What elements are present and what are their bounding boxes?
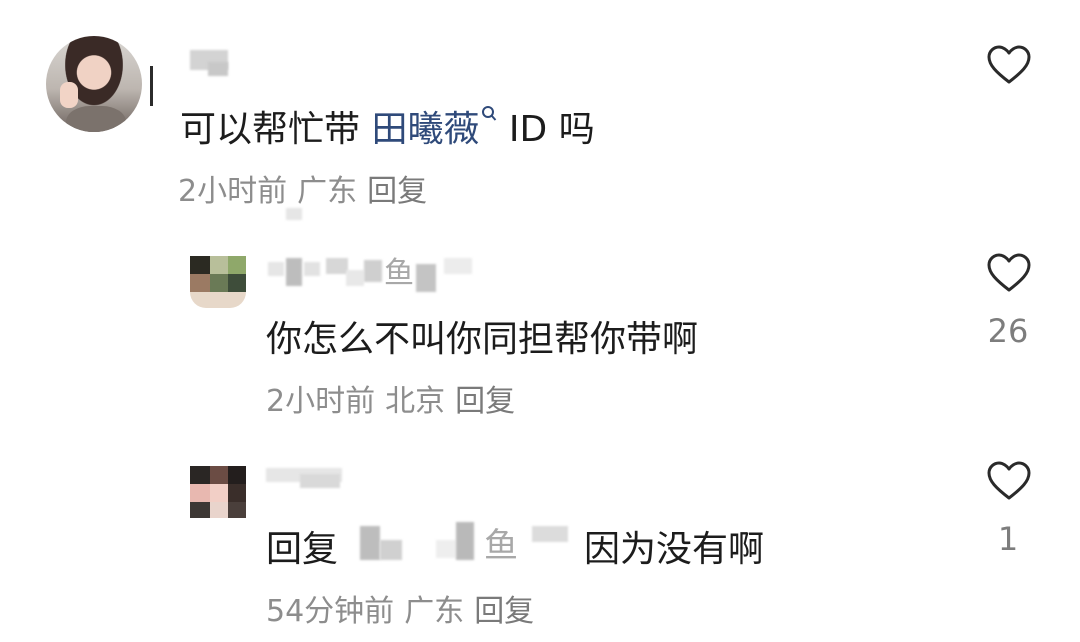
redacted-fragment xyxy=(286,208,302,220)
username-redacted xyxy=(326,258,348,274)
avatar-hand xyxy=(60,82,78,108)
avatar[interactable] xyxy=(46,36,142,132)
mention-redacted[interactable] xyxy=(360,526,380,560)
comment-meta: 2小时前 广东 回复 xyxy=(178,166,437,210)
like-count: 1 xyxy=(997,520,1019,558)
username-redacted-part xyxy=(208,62,228,76)
heart-icon[interactable] xyxy=(986,460,1032,502)
timestamp: 2小时前 xyxy=(178,174,288,209)
username-redacted xyxy=(364,260,382,282)
like-count: 26 xyxy=(987,312,1029,350)
avatar-pixel xyxy=(210,256,228,274)
avatar-pixel xyxy=(190,256,210,274)
username-redacted xyxy=(346,270,364,286)
username-redacted[interactable] xyxy=(268,262,284,276)
username-redacted xyxy=(416,264,436,292)
comment-text: 回复 xyxy=(266,520,338,572)
comment-text: 可以帮忙带 田曦薇 ID 吗 xyxy=(180,100,595,152)
comment-text-part: 可以帮忙带 xyxy=(180,109,372,150)
comment-meta: 54分钟前 广东 回复 xyxy=(266,586,544,630)
divider xyxy=(150,66,153,106)
avatar-pixel xyxy=(210,274,228,292)
username-redacted-part xyxy=(300,474,340,488)
reply-button[interactable]: 回复 xyxy=(455,384,515,419)
mention-link[interactable]: 田曦薇 xyxy=(371,106,497,150)
avatar-pixel xyxy=(190,502,210,518)
timestamp: 2小时前 xyxy=(266,384,376,419)
avatar-pixel xyxy=(210,502,228,518)
comment-meta: 2小时前 北京 回复 xyxy=(266,376,525,420)
avatar[interactable] xyxy=(190,466,246,518)
avatar-pixel xyxy=(190,466,210,484)
timestamp: 54分钟前 xyxy=(266,594,395,629)
avatar-pixel xyxy=(190,484,210,502)
username-visible-char[interactable]: 鱼 xyxy=(384,248,414,292)
comment-text-part: ID 吗 xyxy=(497,109,595,150)
heart-icon[interactable] xyxy=(986,252,1032,294)
username-redacted xyxy=(304,262,320,276)
avatar-pixel xyxy=(228,256,246,274)
username-redacted xyxy=(286,258,302,286)
mention-redacted xyxy=(532,526,568,542)
mention-redacted xyxy=(456,522,474,560)
mention-visible-char[interactable]: 鱼 xyxy=(484,518,518,567)
reply-button[interactable]: 回复 xyxy=(367,174,427,209)
avatar[interactable] xyxy=(190,256,246,308)
avatar-pixel xyxy=(210,466,228,484)
reply-button[interactable]: 回复 xyxy=(474,594,534,629)
location: 广东 xyxy=(297,174,358,209)
avatar-pixel xyxy=(228,274,246,292)
avatar-pixel xyxy=(190,274,210,292)
comment-text: 因为没有啊 xyxy=(584,529,765,570)
avatar-pixel xyxy=(228,502,246,518)
comment-text: 你怎么不叫你同担帮你带啊 xyxy=(266,319,699,360)
avatar-body xyxy=(66,106,126,132)
mention-redacted xyxy=(436,540,456,558)
location: 北京 xyxy=(385,384,446,419)
search-icon xyxy=(482,106,497,121)
location: 广东 xyxy=(404,594,465,629)
mention-redacted xyxy=(380,540,402,560)
username-redacted xyxy=(444,258,472,274)
avatar-pixel xyxy=(228,484,246,502)
reply-prefix: 回复 xyxy=(266,529,339,570)
avatar-pixel xyxy=(210,484,228,502)
heart-icon[interactable] xyxy=(986,44,1032,86)
avatar-pixel xyxy=(190,292,246,308)
mention-name[interactable]: 田曦薇 xyxy=(371,109,479,150)
avatar-pixel xyxy=(228,466,246,484)
